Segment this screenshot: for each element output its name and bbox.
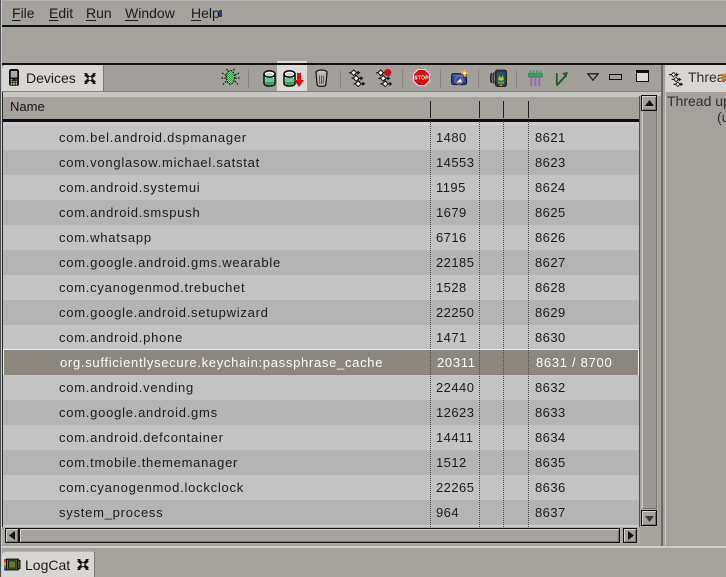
svg-text:STOP: STOP [414, 76, 429, 82]
